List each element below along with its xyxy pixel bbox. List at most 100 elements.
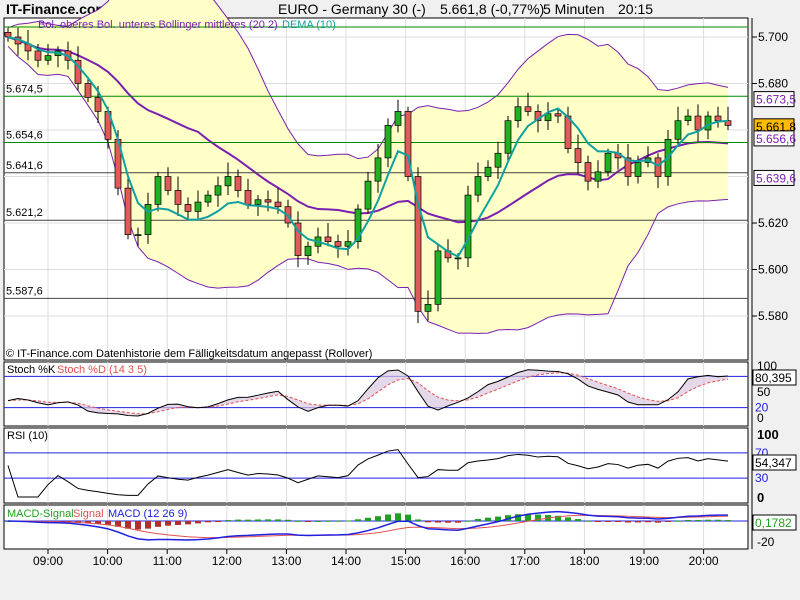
- chart-svg: 09:00 10:00 11:00 12:00 13:00 14:00 15:00 16:00…: [3, 0, 797, 568]
- candle: [384, 124, 392, 159]
- macd-tick: -20: [757, 535, 775, 549]
- candle: [484, 166, 492, 177]
- candle: [634, 162, 642, 177]
- candle: [474, 176, 482, 196]
- macd-hist-bar: [205, 521, 211, 523]
- rsi-tick: 0: [757, 490, 764, 505]
- macd-hist-bar: [715, 519, 721, 521]
- macd-hist-bar: [265, 519, 271, 521]
- legend-macd: MACD (12 26 9): [108, 508, 187, 520]
- time-label: 10:00: [93, 554, 123, 568]
- macd-hist-bar: [415, 519, 421, 521]
- time-label: 20:00: [689, 554, 719, 568]
- time-label: 11:00: [153, 554, 182, 568]
- macd-hist-bar: [465, 520, 471, 522]
- candle: [694, 115, 702, 131]
- macd-hist-bar: [195, 521, 201, 524]
- time-label: 13:00: [271, 554, 301, 568]
- candle: [434, 250, 442, 305]
- candle: [164, 176, 172, 191]
- candle: [84, 83, 92, 98]
- price-label: 5.656,6: [756, 132, 796, 146]
- macd-hist-bar: [425, 521, 431, 523]
- candle: [224, 176, 232, 187]
- candle: [494, 152, 502, 168]
- legend-bollinger: Bol. oberes Bol. unteres Bollinger mittl…: [38, 19, 278, 31]
- macd-hist-bar: [155, 521, 161, 527]
- candle: [174, 190, 182, 205]
- legend-dema: DEMA (10): [282, 19, 336, 31]
- macd-hist-bar: [365, 517, 371, 521]
- macd-hist-bar: [285, 519, 291, 521]
- candle: [124, 187, 132, 235]
- time-label: 15:00: [391, 554, 421, 568]
- candle: [244, 190, 252, 205]
- macd-hist-bar: [335, 520, 341, 522]
- time-label: 14:00: [331, 554, 361, 568]
- macd-hist-bar: [375, 516, 381, 521]
- stoch-last: 80,395: [755, 371, 792, 385]
- candle: [594, 171, 602, 182]
- candle: [584, 162, 592, 182]
- macd-hist-bar: [215, 521, 221, 522]
- macd-hist-bar: [435, 521, 441, 523]
- macd-hist-bar: [325, 520, 331, 522]
- candle: [44, 55, 52, 61]
- candle: [604, 152, 612, 173]
- macd-hist-bar: [445, 521, 451, 523]
- candle: [184, 204, 192, 212]
- time-label: 12:00: [212, 554, 242, 568]
- macd-hist-bar: [705, 519, 711, 521]
- candle: [324, 236, 332, 242]
- candle: [454, 257, 462, 260]
- macd-hist-bar: [385, 514, 391, 521]
- macd-hist-bar: [315, 520, 321, 522]
- macd-hist-bar: [185, 521, 191, 525]
- candle: [554, 113, 562, 117]
- candle: [684, 115, 692, 122]
- macd-hist-bar: [235, 519, 241, 521]
- macd-hist-bar: [575, 519, 581, 521]
- candle: [364, 180, 372, 210]
- candle: [254, 199, 262, 205]
- price-label: 5.639,6: [756, 171, 796, 185]
- level-label: 5.674,5: [6, 83, 43, 95]
- candle: [134, 234, 142, 236]
- time-label: 09:00: [33, 554, 63, 568]
- candle: [94, 97, 102, 112]
- macd-hist-bar: [395, 513, 401, 521]
- macd-hist-bar: [695, 520, 701, 522]
- candle: [574, 148, 582, 163]
- candle: [464, 194, 472, 259]
- macd-hist-bar: [255, 519, 261, 521]
- macd-hist-bar: [675, 520, 681, 522]
- macd-hist-bar: [665, 521, 671, 522]
- rsi-level-label: 30: [755, 471, 769, 485]
- macd-hist-bar: [685, 520, 691, 522]
- macd-hist-bar: [605, 521, 611, 522]
- rsi-last: 54,347: [755, 456, 792, 470]
- time-label: 16:00: [450, 554, 480, 568]
- level-label: 5.654,6: [6, 130, 43, 142]
- candle: [524, 106, 532, 112]
- macd-hist-bar: [225, 520, 231, 522]
- time-label: 19:00: [629, 554, 659, 568]
- macd-hist-bar: [405, 514, 411, 521]
- macd-hist-bar: [345, 520, 351, 522]
- candle: [34, 50, 42, 61]
- macd-hist-bar: [475, 518, 481, 521]
- macd-hist-bar: [655, 521, 661, 523]
- candle: [424, 304, 432, 312]
- macd-hist-bar: [305, 521, 311, 522]
- candle: [654, 157, 662, 177]
- rsi-tick: 100: [757, 427, 779, 442]
- price-tick-label: 5.700: [758, 30, 788, 44]
- level-label: 5.621,2: [6, 207, 43, 219]
- stoch-tick: 50: [757, 385, 771, 399]
- time-label: 18:00: [569, 554, 599, 568]
- candle: [304, 245, 312, 256]
- candle: [394, 111, 402, 126]
- candle: [714, 115, 722, 122]
- macd-hist-bar: [135, 521, 141, 530]
- macd-hist-bar: [585, 520, 591, 522]
